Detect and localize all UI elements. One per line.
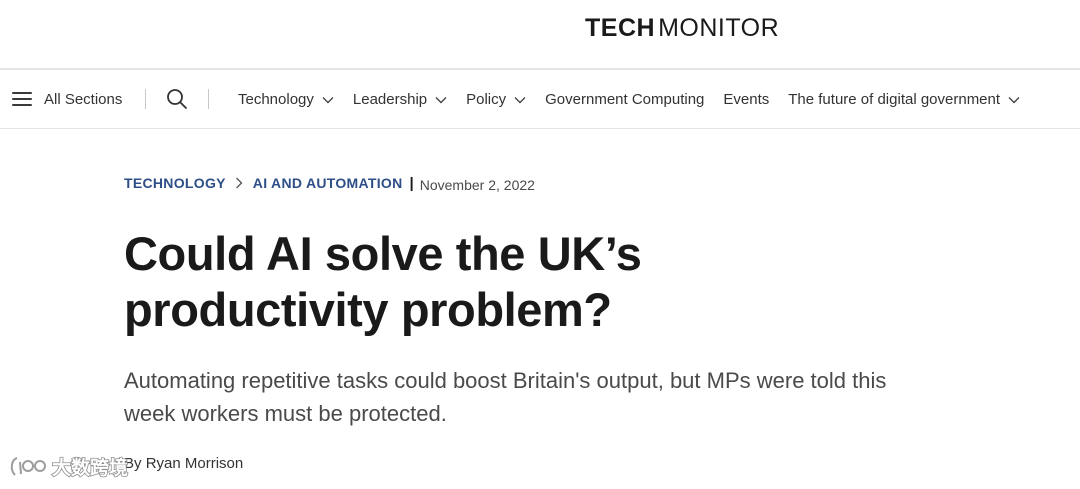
site-header: TECH MONITOR (0, 0, 1080, 70)
nav-item-events[interactable]: Events (723, 91, 769, 108)
logo-text-bold: TECH (585, 14, 656, 42)
chevron-down-icon (1008, 97, 1020, 104)
watermark-logo-icon (10, 457, 46, 476)
site-logo[interactable]: TECH MONITOR (585, 14, 779, 43)
search-button[interactable] (165, 87, 189, 111)
chevron-down-icon (435, 97, 447, 104)
breadcrumb: TECHNOLOGY AI AND AUTOMATION | November … (124, 170, 904, 196)
breadcrumb-link-ai-and-automation[interactable]: AI AND AUTOMATION (253, 175, 403, 191)
all-sections-button[interactable]: All Sections (12, 89, 122, 109)
search-icon (167, 89, 187, 109)
nav-item-label: The future of digital government (788, 90, 1001, 108)
nav-item-label: Policy (466, 90, 507, 108)
nav-item-label: Government Computing (545, 90, 705, 108)
nav-item-label: Events (723, 90, 770, 108)
all-sections-label: All Sections (44, 90, 123, 108)
nav-divider (145, 89, 146, 109)
nav-item-label: Leadership (352, 90, 428, 108)
nav-item-government-computing[interactable]: Government Computing (545, 91, 704, 108)
chevron-down-icon (322, 97, 334, 104)
article: TECHNOLOGY AI AND AUTOMATION | November … (124, 170, 904, 473)
breadcrumb-divider: | (409, 174, 414, 192)
watermark: 大数跨境 (8, 452, 146, 482)
chevron-down-icon (514, 97, 526, 104)
author-link[interactable]: Ryan Morrison (146, 455, 244, 472)
main-navigation: All Sections Technology Leadership Polic… (0, 70, 1080, 129)
article-headline: Could AI solve the UK’s productivity pro… (124, 227, 642, 336)
nav-item-leadership[interactable]: Leadership (353, 91, 447, 108)
nav-item-technology[interactable]: Technology (238, 91, 334, 108)
nav-item-future-of-digital-government[interactable]: The future of digital government (788, 91, 1020, 108)
chevron-right-icon (235, 177, 243, 189)
nav-divider (208, 89, 209, 109)
publish-date: November 2, 2022 (419, 177, 535, 193)
nav-links: Technology Leadership Policy Government … (238, 70, 1020, 128)
logo-text-light: MONITOR (658, 14, 780, 42)
breadcrumb-link-technology[interactable]: TECHNOLOGY (124, 175, 226, 191)
watermark-label: 大数跨境 (52, 456, 128, 479)
article-standfirst: Automating repetitive tasks could boost … (124, 368, 887, 426)
nav-item-label: Technology (238, 90, 314, 108)
watermark-text: 大数跨境 (51, 455, 129, 480)
byline: By Ryan Morrison (124, 455, 904, 472)
hamburger-icon (12, 92, 32, 106)
nav-item-policy[interactable]: Policy (466, 91, 526, 108)
